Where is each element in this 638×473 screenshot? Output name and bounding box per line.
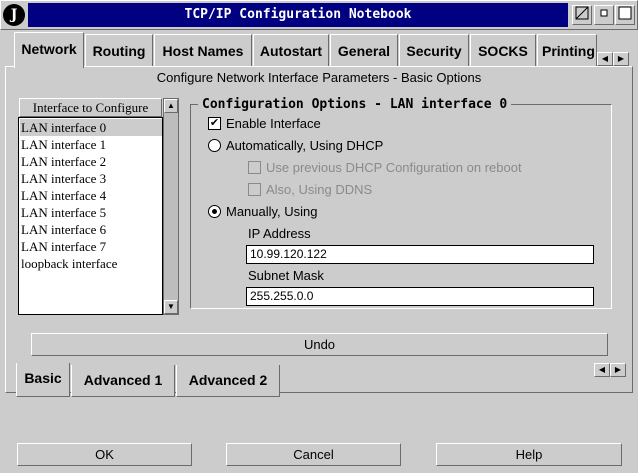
ip-address-field[interactable]: 10.99.120.122	[246, 245, 594, 264]
dhcp-radio[interactable]	[208, 139, 221, 152]
ip-address-label: IP Address	[248, 226, 311, 241]
interface-list-header: Interface to Configure	[19, 98, 162, 117]
tab-general[interactable]: General	[330, 34, 398, 66]
manual-radio[interactable]	[208, 205, 221, 218]
tab-autostart[interactable]: Autostart	[253, 34, 329, 66]
subnet-mask-label: Subnet Mask	[248, 268, 324, 283]
tab-host-names[interactable]: Host Names	[154, 34, 252, 66]
system-menu-icon[interactable]: J	[3, 4, 25, 26]
list-item[interactable]: LAN interface 6	[20, 221, 162, 238]
use-previous-dhcp-checkbox[interactable]	[248, 161, 261, 174]
list-item[interactable]: LAN interface 2	[20, 153, 162, 170]
subnet-mask-field[interactable]: 255.255.0.0	[246, 287, 594, 306]
enable-interface-label: Enable Interface	[226, 116, 321, 131]
minimize-icon[interactable]	[594, 5, 614, 25]
list-item[interactable]: LAN interface 4	[20, 187, 162, 204]
scroll-down-icon[interactable]: ▼	[164, 300, 178, 314]
ok-button[interactable]: OK	[17, 443, 192, 466]
tab-socks[interactable]: SOCKS	[470, 34, 536, 66]
resize-icon[interactable]	[572, 5, 592, 25]
configuration-group-title: Configuration Options - LAN interface 0	[198, 97, 512, 112]
list-item[interactable]: LAN interface 1	[20, 136, 162, 153]
list-item[interactable]: LAN interface 3	[20, 170, 162, 187]
interface-listbox[interactable]: LAN interface 0 LAN interface 1 LAN inte…	[18, 117, 163, 315]
list-item[interactable]: LAN interface 5	[20, 204, 162, 221]
manual-label: Manually, Using	[226, 204, 318, 219]
page-subtitle: Configure Network Interface Parameters -…	[156, 70, 482, 85]
window-title[interactable]: TCP/IP Configuration Notebook	[28, 3, 568, 27]
ddns-label: Also, Using DDNS	[266, 182, 373, 197]
subtab-advanced-2[interactable]: Advanced 2	[176, 365, 280, 397]
undo-button[interactable]: Undo	[31, 333, 608, 356]
scroll-up-icon[interactable]: ▲	[164, 99, 178, 113]
tab-security[interactable]: Security	[399, 34, 469, 66]
list-item[interactable]: LAN interface 0	[20, 119, 162, 136]
cancel-button[interactable]: Cancel	[226, 443, 401, 466]
tab-scroll-right-icon[interactable]: ▶	[613, 52, 629, 66]
subtab-advanced-1[interactable]: Advanced 1	[71, 365, 175, 397]
maximize-icon[interactable]	[615, 5, 635, 25]
subtab-scroll-right-icon[interactable]: ▶	[610, 363, 626, 377]
ddns-checkbox[interactable]	[248, 183, 261, 196]
help-button[interactable]: Help	[436, 443, 622, 466]
tab-network[interactable]: Network	[14, 32, 84, 68]
use-previous-dhcp-label: Use previous DHCP Configuration on reboo…	[266, 160, 522, 175]
tab-routing[interactable]: Routing	[85, 34, 153, 66]
list-item[interactable]: LAN interface 7	[20, 238, 162, 255]
enable-interface-checkbox[interactable]: ✔	[208, 117, 221, 130]
tab-printing[interactable]: Printing	[537, 34, 597, 66]
subtab-scroll-left-icon[interactable]: ◀	[594, 363, 610, 377]
dhcp-label: Automatically, Using DHCP	[226, 138, 384, 153]
tab-scroll-left-icon[interactable]: ◀	[597, 52, 613, 66]
list-item[interactable]: loopback interface	[20, 255, 162, 272]
interface-list-scrollbar[interactable]: ▲ ▼	[163, 98, 179, 315]
subtab-basic[interactable]: Basic	[16, 363, 70, 397]
